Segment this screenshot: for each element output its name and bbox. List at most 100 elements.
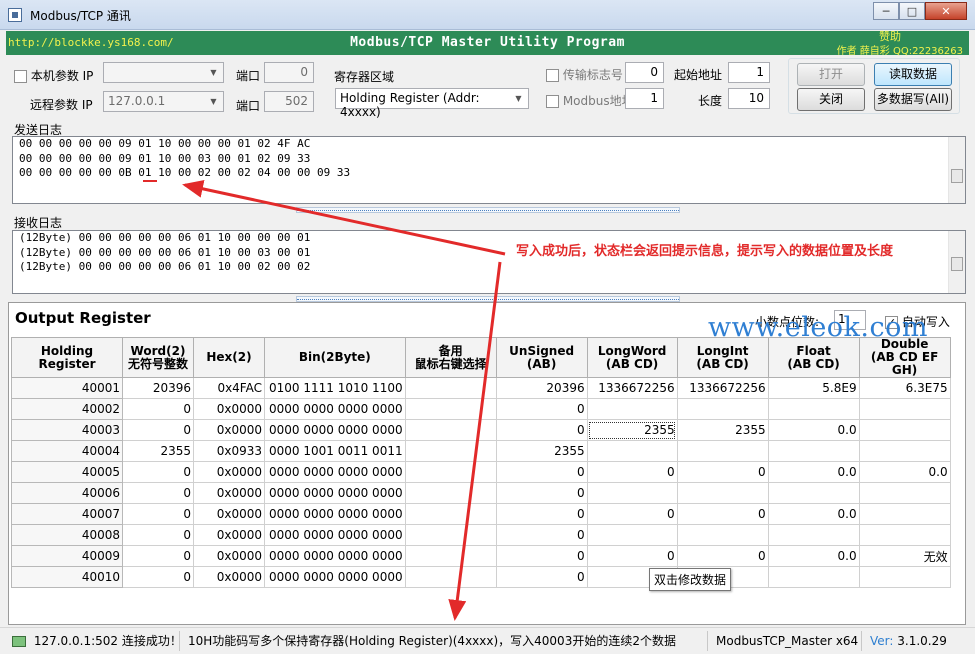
register-value-cell[interactable]	[676, 440, 769, 462]
column-header[interactable]: Word(2) 无符号整数	[122, 337, 194, 378]
register-value-cell[interactable]: 0x0000	[193, 545, 265, 567]
modbus-addr-checkbox-wrap[interactable]: Modbus地址	[546, 92, 634, 109]
register-value-cell[interactable]	[404, 503, 497, 525]
read-data-button[interactable]: 读取数据	[874, 63, 952, 86]
register-value-cell[interactable]	[767, 566, 860, 588]
register-value-cell[interactable]: 0x0000	[193, 461, 265, 483]
transfer-flag-field[interactable]: 0	[625, 62, 664, 83]
send-log-box[interactable]: 00 00 00 00 00 09 01 10 00 00 00 01 02 4…	[12, 136, 966, 204]
register-value-cell[interactable]	[586, 482, 678, 504]
register-value-cell[interactable]: 2355	[676, 419, 769, 441]
register-value-cell[interactable]: 0x4FAC	[193, 377, 265, 399]
column-header[interactable]: Double (AB CD EF GH)	[858, 337, 951, 378]
register-value-cell[interactable]	[586, 398, 678, 420]
register-value-cell[interactable]	[404, 482, 497, 504]
register-value-cell[interactable]: 5.8E9	[767, 377, 860, 399]
register-value-cell[interactable]: 0.0	[767, 503, 860, 525]
close-window-button[interactable]: ✕	[925, 2, 967, 20]
recv-log-scrollbar[interactable]	[948, 231, 965, 293]
send-log-scrollbar[interactable]	[948, 137, 965, 203]
register-value-cell[interactable]: 0000 0000 0000 0000	[264, 482, 406, 504]
start-addr-field[interactable]: 1	[728, 62, 770, 83]
transfer-flag-checkbox[interactable]	[546, 69, 559, 82]
register-value-cell[interactable]: 0	[122, 524, 194, 546]
register-value-cell[interactable]: 0	[586, 545, 678, 567]
register-value-cell[interactable]	[676, 482, 769, 504]
register-value-cell[interactable]: 0x0000	[193, 566, 265, 588]
transfer-flag-checkbox-wrap[interactable]: 传输标志号	[546, 66, 623, 83]
length-field[interactable]: 10	[728, 88, 770, 109]
column-header[interactable]: UnSigned (AB)	[495, 337, 588, 378]
register-value-cell[interactable]	[404, 524, 497, 546]
local-ip-combo[interactable]: ▼	[103, 62, 224, 83]
register-value-cell[interactable]: 0	[676, 461, 769, 483]
column-header[interactable]: LongWord (AB CD)	[586, 337, 678, 378]
register-value-cell[interactable]	[858, 419, 951, 441]
register-value-cell[interactable]: 1336672256	[676, 377, 769, 399]
register-value-cell[interactable]: 2355	[122, 440, 194, 462]
column-header[interactable]: Holding Register	[11, 337, 123, 378]
register-value-cell[interactable]: 20396	[495, 377, 588, 399]
register-value-cell[interactable]: 0	[122, 461, 194, 483]
multi-write-button[interactable]: 多数据写(All)	[874, 88, 952, 111]
column-header[interactable]: Bin(2Byte)	[264, 337, 406, 378]
register-value-cell[interactable]	[404, 377, 497, 399]
column-header[interactable]: Float (AB CD)	[767, 337, 860, 378]
register-value-cell[interactable]: 0	[122, 566, 194, 588]
register-value-cell[interactable]: 0	[495, 566, 588, 588]
register-value-cell[interactable]: 0x0000	[193, 503, 265, 525]
open-button[interactable]: 打开	[797, 63, 865, 86]
register-value-cell[interactable]: 0	[495, 482, 588, 504]
register-value-cell[interactable]: 0	[586, 503, 678, 525]
close-connection-button[interactable]: 关闭	[797, 88, 865, 111]
scrollbar-thumb[interactable]	[951, 257, 963, 271]
register-value-cell[interactable]: 0.0	[767, 461, 860, 483]
modbus-addr-field[interactable]: 1	[625, 88, 664, 109]
register-value-cell[interactable]	[404, 461, 497, 483]
register-value-cell[interactable]: 0x0000	[193, 419, 265, 441]
register-value-cell[interactable]	[586, 524, 678, 546]
register-value-cell[interactable]: 1336672256	[586, 377, 678, 399]
register-value-cell[interactable]	[858, 440, 951, 462]
register-value-cell[interactable]	[767, 524, 860, 546]
register-value-cell[interactable]	[767, 398, 860, 420]
scrollbar-thumb[interactable]	[951, 169, 963, 183]
register-value-cell[interactable]	[858, 503, 951, 525]
register-value-cell[interactable]	[676, 398, 769, 420]
register-value-cell[interactable]: 2355	[586, 419, 678, 441]
register-value-cell[interactable]: 0000 0000 0000 0000	[264, 524, 406, 546]
column-header[interactable]: LongInt (AB CD)	[676, 337, 769, 378]
register-value-cell[interactable]: 0100 1111 1010 1100	[264, 377, 406, 399]
register-value-cell[interactable]: 2355	[495, 440, 588, 462]
maximize-button[interactable]: □	[899, 2, 925, 20]
register-value-cell[interactable]: 0	[122, 482, 194, 504]
register-value-cell[interactable]: 0	[495, 419, 588, 441]
register-value-cell[interactable]: 0x0000	[193, 398, 265, 420]
register-value-cell[interactable]	[676, 524, 769, 546]
register-value-cell[interactable]: 0	[495, 398, 588, 420]
register-value-cell[interactable]: 0	[586, 461, 678, 483]
register-value-cell[interactable]: 0x0000	[193, 482, 265, 504]
register-value-cell[interactable]: 0	[495, 461, 588, 483]
remote-ip-combo[interactable]: 127.0.0.1 ▼	[103, 91, 224, 112]
send-log-splitter[interactable]	[296, 207, 680, 213]
minimize-button[interactable]: ─	[873, 2, 899, 20]
register-value-cell[interactable]	[858, 566, 951, 588]
register-value-cell[interactable]: 0000 0000 0000 0000	[264, 461, 406, 483]
register-value-cell[interactable]: 0x0933	[193, 440, 265, 462]
column-header[interactable]: 备用 鼠标右键选择	[404, 337, 497, 378]
register-value-cell[interactable]: 无效	[858, 545, 951, 567]
register-value-cell[interactable]	[586, 440, 678, 462]
register-value-cell[interactable]: 0000 0000 0000 0000	[264, 503, 406, 525]
register-value-cell[interactable]	[767, 482, 860, 504]
register-value-cell[interactable]: 0.0	[858, 461, 951, 483]
register-area-select[interactable]: Holding Register (Addr: 4xxxx) ▼	[335, 88, 529, 119]
register-value-cell[interactable]: 0000 1001 0011 0011	[264, 440, 406, 462]
register-value-cell[interactable]: 0	[495, 545, 588, 567]
register-value-cell[interactable]: 6.3E75	[858, 377, 951, 399]
register-value-cell[interactable]	[404, 419, 497, 441]
register-value-cell[interactable]: 0000 0000 0000 0000	[264, 419, 406, 441]
register-value-cell[interactable]: 0x0000	[193, 524, 265, 546]
register-value-cell[interactable]	[404, 398, 497, 420]
local-param-checkbox[interactable]	[14, 70, 27, 83]
